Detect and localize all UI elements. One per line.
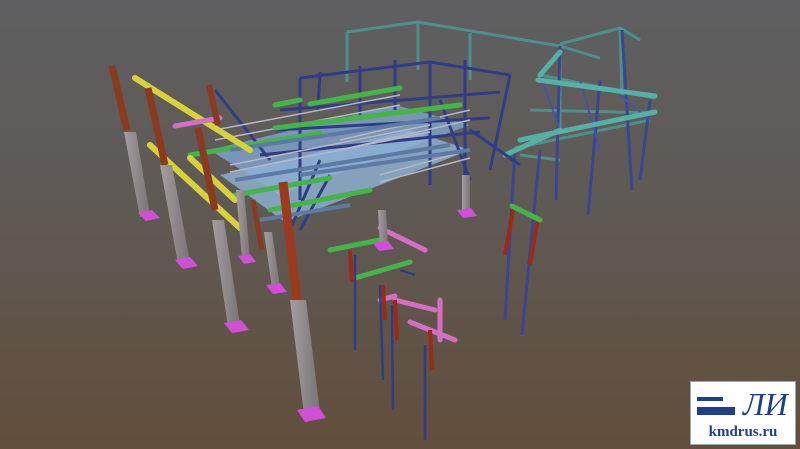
logo-text: kmdrus.ru <box>708 424 778 440</box>
scene-background <box>0 0 800 449</box>
logo-mark-text: ЛИ <box>742 386 790 421</box>
kmdrus-logo: ЛИ kmdrus.ru <box>690 381 796 445</box>
steel-structure-scene <box>0 0 800 449</box>
logo-mark: ЛИ <box>697 386 790 421</box>
